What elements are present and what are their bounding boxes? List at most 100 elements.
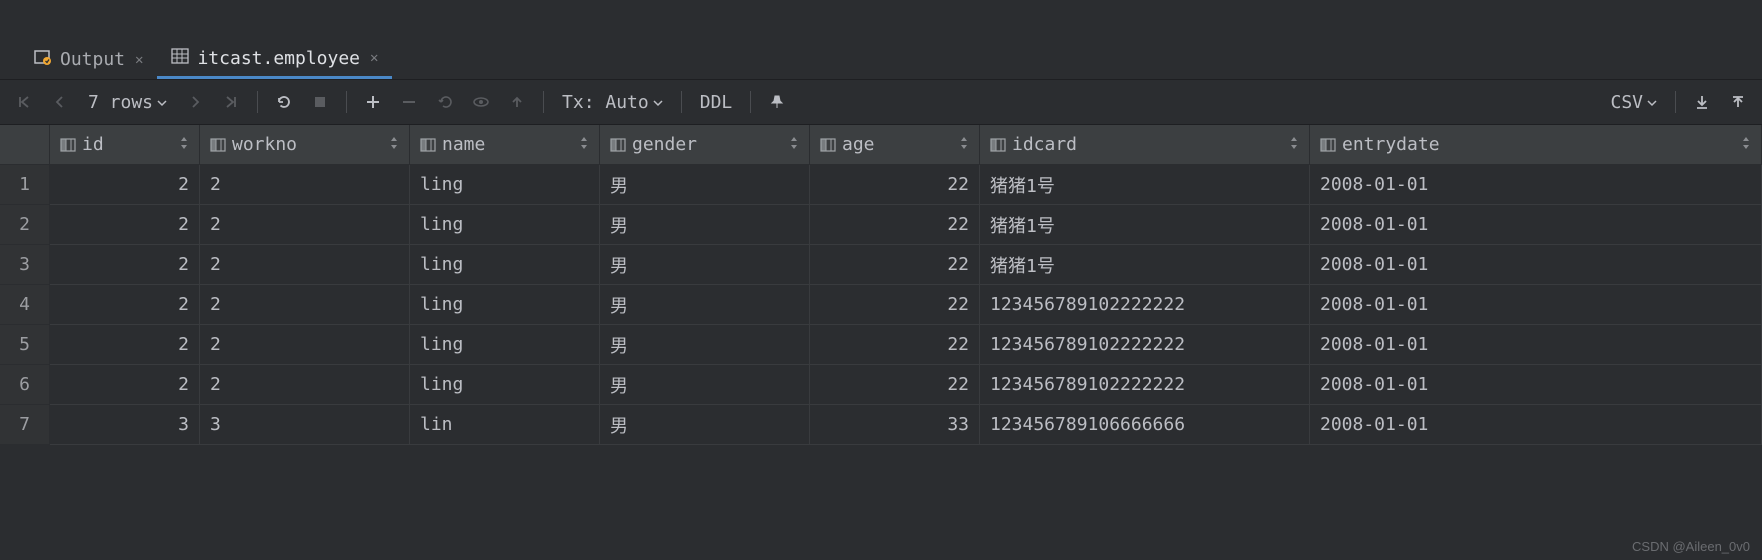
cell-gender[interactable]: 男 [600,165,810,205]
cell-entrydate[interactable]: 2008-01-01 [1310,245,1762,285]
pin-button[interactable] [761,86,793,118]
cell-idcard[interactable]: 123456789106666666 [980,405,1310,445]
cell-entrydate[interactable]: 2008-01-01 [1310,285,1762,325]
cell-age[interactable]: 22 [810,285,980,325]
tab-bar: Output ✕ itcast.employee ✕ [0,40,1762,80]
cell-idcard[interactable]: 猪猪1号 [980,245,1310,285]
upload-button[interactable] [1722,86,1754,118]
sort-icon[interactable] [179,136,189,153]
row-number[interactable]: 5 [0,325,50,365]
sort-icon[interactable] [389,136,399,153]
cell-id[interactable]: 2 [50,245,200,285]
tx-mode-label: Tx: Auto [562,92,649,113]
commit-button[interactable] [501,86,533,118]
cell-entrydate[interactable]: 2008-01-01 [1310,205,1762,245]
cell-workno[interactable]: 2 [200,325,410,365]
column-header-idcard[interactable]: idcard [980,125,1310,165]
cell-workno[interactable]: 2 [200,245,410,285]
sort-icon[interactable] [579,136,589,153]
cell-gender[interactable]: 男 [600,325,810,365]
tab-table-label: itcast.employee [197,48,360,69]
column-header-name[interactable]: name [410,125,600,165]
column-header-id[interactable]: id [50,125,200,165]
cell-idcard[interactable]: 猪猪1号 [980,165,1310,205]
sort-icon[interactable] [1289,136,1299,153]
ddl-button[interactable]: DDL [692,92,741,113]
sort-icon[interactable] [789,136,799,153]
cell-workno[interactable]: 2 [200,285,410,325]
cell-name[interactable]: ling [410,325,600,365]
cell-entrydate[interactable]: 2008-01-01 [1310,365,1762,405]
chevron-down-icon [653,92,663,113]
cell-name[interactable]: ling [410,365,600,405]
delete-row-button[interactable] [393,86,425,118]
cell-gender[interactable]: 男 [600,245,810,285]
stop-button[interactable] [304,86,336,118]
cell-age[interactable]: 22 [810,365,980,405]
tab-table[interactable]: itcast.employee ✕ [157,40,392,79]
cell-workno[interactable]: 2 [200,165,410,205]
cell-id[interactable]: 2 [50,165,200,205]
sort-icon[interactable] [959,136,969,153]
cell-name[interactable]: ling [410,245,600,285]
cell-idcard[interactable]: 猪猪1号 [980,205,1310,245]
cell-gender[interactable]: 男 [600,405,810,445]
table-icon [171,47,189,70]
cell-name[interactable]: ling [410,205,600,245]
next-page-button[interactable] [179,86,211,118]
column-header-entrydate[interactable]: entrydate [1310,125,1762,165]
add-row-button[interactable] [357,86,389,118]
download-button[interactable] [1686,86,1718,118]
cell-age[interactable]: 22 [810,165,980,205]
prev-page-button[interactable] [44,86,76,118]
cell-idcard[interactable]: 123456789102222222 [980,365,1310,405]
cell-age[interactable]: 22 [810,245,980,285]
cell-entrydate[interactable]: 2008-01-01 [1310,165,1762,205]
row-number[interactable]: 7 [0,405,50,445]
cell-workno[interactable]: 2 [200,205,410,245]
cell-workno[interactable]: 2 [200,365,410,405]
first-page-button[interactable] [8,86,40,118]
cell-gender[interactable]: 男 [600,365,810,405]
tx-mode-dropdown[interactable]: Tx: Auto [554,92,671,113]
cell-entrydate[interactable]: 2008-01-01 [1310,405,1762,445]
row-number[interactable]: 6 [0,365,50,405]
sort-icon[interactable] [1741,136,1751,153]
cell-id[interactable]: 2 [50,285,200,325]
reload-button[interactable] [268,86,300,118]
revert-button[interactable] [429,86,461,118]
cell-idcard[interactable]: 123456789102222222 [980,325,1310,365]
cell-id[interactable]: 2 [50,365,200,405]
cell-age[interactable]: 33 [810,405,980,445]
cell-name[interactable]: ling [410,165,600,205]
cell-workno[interactable]: 3 [200,405,410,445]
cell-id[interactable]: 2 [50,325,200,365]
row-number[interactable]: 2 [0,205,50,245]
row-number[interactable]: 3 [0,245,50,285]
preview-button[interactable] [465,86,497,118]
column-header-age[interactable]: age [810,125,980,165]
cell-gender[interactable]: 男 [600,285,810,325]
cell-age[interactable]: 22 [810,325,980,365]
cell-id[interactable]: 3 [50,405,200,445]
last-page-button[interactable] [215,86,247,118]
tab-output[interactable]: Output ✕ [20,40,157,79]
column-header-workno[interactable]: workno [200,125,410,165]
console-run-icon [34,48,52,71]
row-number[interactable]: 4 [0,285,50,325]
row-count-dropdown[interactable]: 7 rows [80,92,175,113]
separator [346,91,347,113]
close-icon[interactable]: ✕ [135,52,143,68]
row-number[interactable]: 1 [0,165,50,205]
column-header-gender[interactable]: gender [600,125,810,165]
export-format-dropdown[interactable]: CSV [1602,92,1665,113]
cell-id[interactable]: 2 [50,205,200,245]
cell-entrydate[interactable]: 2008-01-01 [1310,325,1762,365]
cell-name[interactable]: lin [410,405,600,445]
cell-gender[interactable]: 男 [600,205,810,245]
cell-name[interactable]: ling [410,285,600,325]
column-icon [60,137,76,153]
cell-age[interactable]: 22 [810,205,980,245]
cell-idcard[interactable]: 123456789102222222 [980,285,1310,325]
close-icon[interactable]: ✕ [370,50,378,66]
